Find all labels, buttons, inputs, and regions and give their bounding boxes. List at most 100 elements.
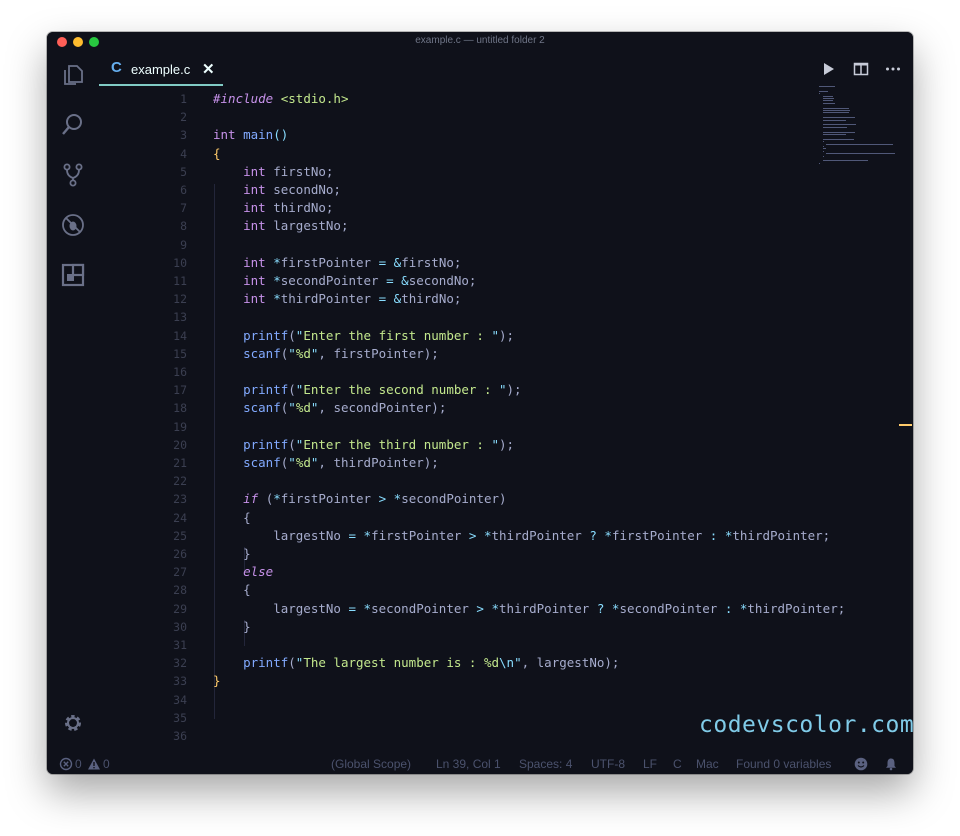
code-text: int *thirdPointer = &thirdNo; — [243, 291, 462, 307]
code-line[interactable]: 10 int *firstPointer = &firstNo; — [99, 254, 861, 272]
debug-icon[interactable] — [60, 212, 86, 238]
code-line[interactable]: 16 — [99, 363, 861, 381]
code-line[interactable]: 1 #include <stdio.h> — [99, 90, 861, 108]
search-icon[interactable] — [60, 112, 86, 138]
line-number: 22 — [173, 474, 187, 489]
feedback-smiley-icon[interactable] — [854, 757, 868, 771]
cursor-position[interactable]: Ln 39, Col 1 — [436, 757, 501, 771]
line-number: 3 — [180, 128, 187, 143]
line-number: 19 — [173, 419, 187, 434]
code-line[interactable]: 30 } — [99, 618, 861, 636]
error-count[interactable]: 0 — [75, 757, 82, 771]
variables-indicator[interactable]: Found 0 variables — [736, 757, 831, 771]
platform-indicator[interactable]: Mac — [696, 757, 719, 771]
code-line[interactable]: 14 printf("Enter the first number : "); — [99, 327, 861, 345]
code-text: } — [243, 546, 251, 561]
line-number: 36 — [173, 729, 187, 743]
code-line[interactable]: 23 if (*firstPointer > *secondPointer) — [99, 490, 861, 508]
language-mode[interactable]: C — [673, 757, 682, 771]
code-line[interactable]: 31 — [99, 636, 861, 654]
eol-setting[interactable]: LF — [643, 757, 657, 771]
line-number: 35 — [173, 710, 187, 725]
code-text: printf("Enter the third number : "); — [243, 436, 515, 452]
code-text: int largestNo; — [243, 218, 349, 234]
close-tab-icon[interactable]: ✕ — [202, 60, 215, 78]
minimap-line — [822, 131, 855, 133]
code-text: largestNo = *secondPointer > *thirdPoint… — [213, 600, 846, 616]
code-line[interactable]: 13 — [99, 308, 861, 326]
code-line[interactable]: 24 { — [99, 509, 861, 527]
code-line[interactable]: 19 — [99, 418, 861, 436]
code-line[interactable]: 9 — [99, 236, 861, 254]
code-line[interactable]: 17 printf("Enter the second number : "); — [99, 381, 861, 399]
line-number: 14 — [173, 328, 187, 343]
split-editor-icon[interactable] — [853, 61, 869, 77]
indentation-setting[interactable]: Spaces: 4 — [519, 757, 572, 771]
minimap-line — [822, 138, 855, 140]
minimap-line — [822, 141, 824, 143]
encoding-setting[interactable]: UTF-8 — [591, 757, 625, 771]
code-line[interactable]: 5 int firstNo; — [99, 163, 861, 181]
line-number: 13 — [173, 310, 187, 325]
scope-indicator[interactable]: (Global Scope) — [331, 757, 411, 771]
line-number: 24 — [173, 510, 187, 525]
code-line[interactable]: 21 scanf("%d", thirdPointer); — [99, 454, 861, 472]
minimap[interactable] — [819, 86, 895, 206]
line-number: 25 — [173, 528, 187, 543]
code-text: printf("Enter the second number : "); — [243, 382, 522, 398]
code-line[interactable]: 18 scanf("%d", secondPointer); — [99, 399, 861, 417]
notifications-bell-icon[interactable] — [884, 757, 898, 771]
line-number: 4 — [180, 146, 187, 161]
code-line[interactable]: 7 int thirdNo; — [99, 199, 861, 217]
minimap-line — [819, 86, 836, 87]
code-line[interactable]: 8 int largestNo; — [99, 217, 861, 235]
minimap-line — [822, 100, 834, 102]
code-line[interactable]: 26 } — [99, 545, 861, 563]
source-control-icon[interactable] — [60, 162, 86, 188]
minimap-line — [822, 124, 856, 126]
code-line[interactable]: 3 int main() — [99, 126, 861, 144]
code-line[interactable]: 2 — [99, 108, 861, 126]
line-number: 31 — [173, 638, 187, 652]
code-line[interactable]: 22 — [99, 472, 861, 490]
line-number: 12 — [173, 292, 187, 307]
code-line[interactable]: 28 { — [99, 581, 861, 599]
code-line[interactable]: 29 largestNo = *secondPointer > *thirdPo… — [99, 600, 861, 618]
extensions-icon[interactable] — [60, 262, 86, 288]
tab-example-c[interactable]: C example.c ✕ — [99, 52, 223, 86]
code-line[interactable]: 6 int secondNo; — [99, 181, 861, 199]
run-icon[interactable] — [821, 61, 837, 77]
line-number: 9 — [180, 237, 187, 252]
code-line[interactable]: 33} — [99, 672, 861, 690]
warning-icon[interactable] — [87, 757, 101, 771]
code-editor[interactable]: 1 #include <stdio.h> 2 3 int main() 4{5 int f… — [99, 86, 861, 754]
code-text: scanf("%d", thirdPointer); — [243, 455, 439, 470]
minimap-line — [822, 150, 824, 152]
more-actions-icon[interactable] — [885, 61, 901, 77]
minimap-line — [822, 155, 824, 157]
code-line[interactable]: 15 scanf("%d", firstPointer); — [99, 345, 861, 363]
line-number: 30 — [173, 619, 187, 634]
line-number: 17 — [173, 383, 187, 398]
code-line[interactable]: 34 — [99, 691, 861, 709]
line-number: 20 — [173, 437, 187, 452]
code-line[interactable]: 12 int *thirdPointer = &thirdNo; — [99, 290, 861, 308]
code-line[interactable]: 32 printf("The largest number is : %d\n"… — [99, 654, 861, 672]
explorer-icon[interactable] — [60, 62, 86, 88]
error-icon[interactable] — [59, 757, 73, 771]
code-line[interactable]: 27 else — [99, 563, 861, 581]
minimap-line — [822, 126, 847, 128]
code-line[interactable]: 11 int *secondPointer = &secondNo; — [99, 272, 861, 290]
code-line[interactable]: 25 largestNo = *firstPointer > *thirdPoi… — [99, 527, 861, 545]
code-line[interactable]: 20 printf("Enter the third number : "); — [99, 436, 861, 454]
code-line[interactable]: 4{ — [99, 145, 861, 163]
line-number: 26 — [173, 547, 187, 561]
minimap-line — [819, 93, 820, 95]
settings-gear-icon[interactable] — [60, 710, 86, 736]
tab-bar: C example.c ✕ — [99, 52, 913, 86]
code-text: { — [243, 582, 251, 598]
line-number: 28 — [173, 583, 187, 598]
minimap-line — [826, 143, 893, 145]
line-number: 8 — [180, 219, 187, 234]
warning-count[interactable]: 0 — [103, 757, 110, 771]
